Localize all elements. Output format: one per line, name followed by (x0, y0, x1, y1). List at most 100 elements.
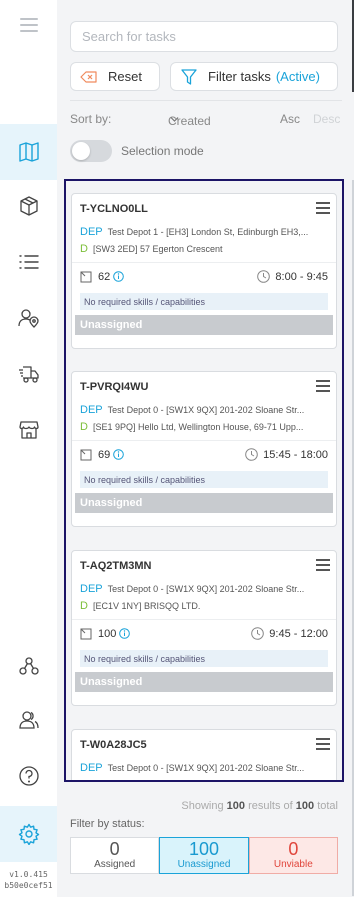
time-window: 8:00 - 9:45 (275, 270, 328, 283)
users-nav-button[interactable] (0, 692, 57, 748)
network-nav-button[interactable] (0, 638, 57, 694)
status-tab-unassigned[interactable]: 100 Unassigned (159, 837, 249, 874)
depot-line: DEP Test Depot 0 - [SW1X 9QX] 201-202 Slo… (72, 759, 336, 776)
dep-tag: DEP (80, 582, 103, 595)
map-nav-button[interactable] (0, 124, 57, 180)
assigned-label: Assigned (94, 859, 136, 870)
filter-tasks-button[interactable]: Filter tasks (Active) (170, 62, 338, 91)
task-id: T-PVRQI4WU (80, 380, 149, 393)
sort-label: Sort by: (70, 112, 112, 126)
filter-icon (181, 68, 197, 85)
assigned-count: 0 (109, 839, 120, 859)
capacity-icon (80, 271, 92, 282)
dep-tag: DEP (80, 225, 103, 238)
task-id: T-W0A28JC5 (80, 738, 147, 751)
tasks-panel: Search for tasks Reset Filter tasks (Act… (57, 0, 354, 897)
selection-mode: Selection mode (70, 140, 204, 162)
sort-field-select[interactable]: Created (168, 112, 211, 128)
depots-nav-button[interactable] (0, 402, 57, 458)
skills-note: No required skills / capabilities (80, 293, 328, 310)
unviable-count: 0 (288, 839, 299, 859)
capacity-value: 69 (98, 448, 111, 461)
results-count: Showing 100 results of 100 total (181, 800, 338, 812)
reset-button[interactable]: Reset (70, 62, 160, 91)
card-menu-icon[interactable] (316, 202, 330, 214)
unviable-label: Unviable (273, 859, 313, 870)
info-icon[interactable] (113, 449, 125, 460)
status-tab-assigned[interactable]: 0 Assigned (70, 837, 160, 874)
unassigned-label: Unassigned (177, 859, 231, 870)
status-filter-label: Filter by status: (70, 818, 145, 830)
depot-line: DEP Test Depot 0 - [SW1X 9QX] 201-202 Slo… (72, 401, 336, 418)
time-window: 15:45 - 18:00 (263, 448, 328, 461)
capacity-icon (80, 449, 92, 460)
info-icon[interactable] (113, 271, 125, 282)
store-icon (18, 421, 39, 439)
sort-asc-button[interactable]: Asc (280, 112, 300, 126)
capacity-icon (80, 628, 92, 639)
reset-label: Reset (108, 69, 142, 84)
sort-desc-button[interactable]: Desc (313, 112, 340, 126)
help-icon (18, 766, 39, 786)
network-icon (18, 657, 39, 675)
tasks-nav-button[interactable] (0, 234, 57, 290)
status-badge: Unassigned (75, 315, 333, 335)
version-info: v1.0.415 b50e0cef51 (0, 869, 57, 891)
results-total: 100 (295, 800, 315, 812)
vehicles-icon (18, 366, 39, 383)
drivers-nav-button[interactable] (0, 290, 57, 346)
results-shown: 100 (226, 800, 246, 812)
users-icon (18, 711, 39, 729)
divider (70, 100, 342, 101)
delivery-address: [EC1V 1NY] BRISQQ LTD. (92, 600, 201, 611)
task-id: T-YCLNO0LL (80, 202, 148, 215)
filter-label: Filter tasks (208, 69, 271, 84)
info-icon[interactable] (119, 628, 131, 639)
skills-note: No required skills / capabilities (80, 650, 328, 667)
results-suffix: total (317, 800, 338, 812)
delivery-address: [SW3 2ED] 57 Egerton Crescent (92, 243, 223, 254)
sort-field-value: Created (168, 114, 211, 128)
settings-nav-button[interactable] (0, 806, 57, 862)
clock-icon (245, 448, 258, 461)
task-card[interactable]: T-YCLNO0LL DEP Test Depot 1 - [EH3] Londo… (71, 193, 337, 349)
task-card[interactable]: T-AQ2TM3MN DEP Test Depot 0 - [SW1X 9QX] … (71, 550, 337, 706)
status-badge: Unassigned (75, 672, 333, 692)
packages-nav-button[interactable] (0, 178, 57, 234)
card-menu-icon[interactable] (316, 559, 330, 571)
results-middle: results of (248, 800, 293, 812)
delivery-tag: D (80, 420, 88, 433)
status-tab-unviable[interactable]: 0 Unviable (248, 837, 338, 874)
map-icon (18, 142, 39, 162)
task-card[interactable]: T-PVRQI4WU DEP Test Depot 0 - [SW1X 9QX] … (71, 371, 337, 527)
status-badge: Unassigned (75, 493, 333, 513)
task-list[interactable]: T-YCLNO0LL DEP Test Depot 1 - [EH3] Londo… (64, 179, 344, 782)
card-menu-icon[interactable] (316, 380, 330, 392)
delivery-tag: D (80, 599, 88, 612)
box-icon (19, 196, 38, 216)
clear-filter-icon (80, 70, 97, 83)
depot-address: Test Depot 0 - [SW1X 9QX] 201-202 Sloane… (107, 762, 305, 773)
card-menu-icon[interactable] (316, 738, 330, 750)
help-nav-button[interactable] (0, 748, 57, 804)
unassigned-count: 100 (188, 839, 220, 859)
task-id: T-AQ2TM3MN (80, 559, 152, 572)
selection-mode-toggle[interactable] (70, 140, 112, 162)
delivery-line: D [EC1V 1NY] BRISQQ LTD. (72, 597, 336, 614)
skills-note: No required skills / capabilities (80, 471, 328, 488)
vehicles-nav-button[interactable] (0, 346, 57, 402)
task-card[interactable]: T-W0A28JC5 DEP Test Depot 0 - [SW1X 9QX] … (71, 729, 337, 780)
depot-line: DEP Test Depot 0 - [SW1X 9QX] 201-202 Slo… (72, 580, 336, 597)
clock-icon (257, 270, 271, 283)
depot-address: Test Depot 1 - [EH3] London St, Edinburg… (107, 226, 309, 237)
sort-bar: Sort by: Created Asc Desc (70, 110, 342, 128)
version-number: v1.0.415 (9, 870, 48, 879)
search-placeholder: Search for tasks (82, 29, 176, 44)
depot-address: Test Depot 0 - [SW1X 9QX] 201-202 Sloane… (107, 583, 305, 594)
driver-location-icon (17, 309, 39, 328)
toggle-knob (72, 142, 90, 160)
delivery-address: [SE1 9PQ] Hello Ltd, Wellington House, 6… (92, 421, 304, 432)
capacity-value: 62 (98, 270, 111, 283)
search-input[interactable]: Search for tasks (70, 21, 338, 52)
menu-icon[interactable] (18, 14, 40, 36)
